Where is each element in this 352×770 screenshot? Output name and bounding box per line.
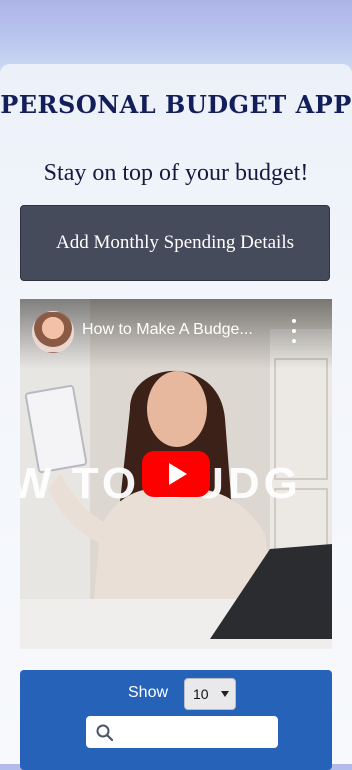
video-player[interactable]: How to Make A Budge... W TO BUDG: [20, 299, 332, 649]
chevron-down-icon: [221, 691, 229, 697]
add-monthly-spending-button[interactable]: Add Monthly Spending Details: [20, 205, 330, 281]
page-size-value: 10: [193, 686, 209, 702]
search-input[interactable]: [86, 716, 278, 748]
search-icon: [96, 724, 114, 742]
show-entries-label: Show: [128, 684, 169, 701]
play-icon[interactable]: [142, 451, 210, 497]
table-controls-panel: Show 10: [20, 670, 332, 770]
kebab-menu-icon[interactable]: [288, 319, 300, 343]
add-button-label: Add Monthly Spending Details: [55, 232, 295, 253]
page-title: PERSONAL BUDGET APP: [0, 90, 352, 119]
page-subtitle: Stay on top of your budget!: [43, 160, 309, 186]
page-size-select[interactable]: 10: [184, 678, 236, 710]
video-title[interactable]: How to Make A Budge...: [82, 321, 282, 339]
channel-avatar[interactable]: [32, 311, 74, 353]
